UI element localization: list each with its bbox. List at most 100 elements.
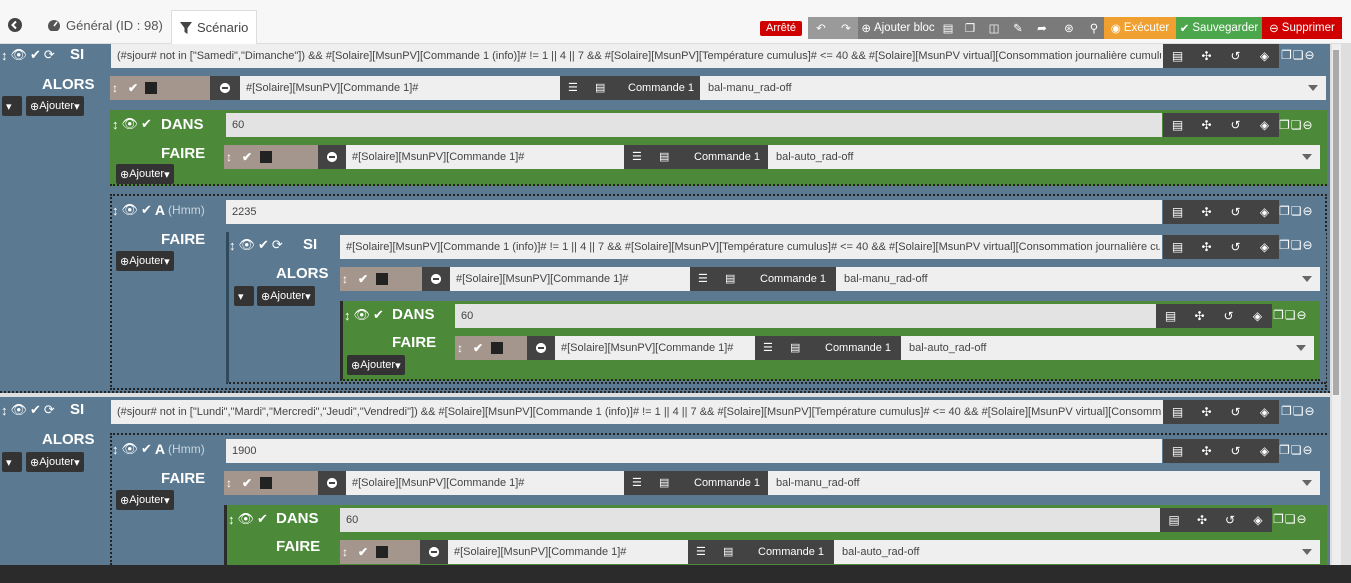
edit-button[interactable]: ✎ xyxy=(1006,17,1030,39)
move-icon[interactable]: ↕ xyxy=(112,203,119,218)
puzzle-icon[interactable]: ✣ xyxy=(1192,49,1221,63)
copy-icon[interactable]: ❐ xyxy=(1273,512,1284,526)
copy-icon[interactable]: ❐ xyxy=(1279,204,1290,218)
move-icon[interactable]: ↕ xyxy=(226,477,238,489)
puzzle-icon[interactable]: ✣ xyxy=(1192,444,1221,458)
check-icon[interactable]: ✔ xyxy=(141,202,152,218)
export-button[interactable]: ➦ xyxy=(1030,17,1054,39)
puzzle-icon[interactable]: ✣ xyxy=(1188,513,1216,527)
command-selector[interactable]: ☰ ▤ Commande 1 xyxy=(624,471,768,495)
move-icon[interactable]: ↕ xyxy=(457,342,469,354)
check-icon[interactable]: ✔ xyxy=(258,237,269,253)
undo-button[interactable]: ↶ xyxy=(808,17,834,39)
remove-icon[interactable]: ⊖ xyxy=(1303,238,1313,252)
enable-checkbox[interactable]: ✔ xyxy=(128,82,140,94)
list-icon[interactable]: ▤ xyxy=(1163,205,1192,219)
move-icon[interactable]: ↕ xyxy=(1,403,8,418)
command-selector[interactable]: ☰ ▤ Commande 1 xyxy=(755,336,901,360)
check-icon[interactable]: ✔ xyxy=(141,441,152,457)
history-icon[interactable]: ↺ xyxy=(1216,513,1244,527)
dans-delay-input[interactable]: 60 xyxy=(455,304,1156,328)
command-value-select[interactable]: bal-manu_rad-off xyxy=(700,76,1326,100)
save-button[interactable]: ✔ Sauvegarder xyxy=(1176,17,1262,39)
sync-icon[interactable]: ⟳ xyxy=(44,47,55,63)
copy-icon[interactable]: ❐ xyxy=(1279,238,1290,252)
add-action-button[interactable]: ⊕ Ajouter ▾ xyxy=(26,96,84,116)
list-icon[interactable]: ▤ xyxy=(1163,118,1192,132)
remove-action-button[interactable] xyxy=(210,76,240,100)
remove-action-button[interactable] xyxy=(318,471,346,495)
command-field[interactable]: #[Solaire][MsunPV][Commande 1]# xyxy=(555,336,755,360)
remove-icon[interactable]: ⊖ xyxy=(1303,118,1313,132)
history-icon[interactable]: ↺ xyxy=(1221,240,1250,254)
copy-icon[interactable]: ❐ xyxy=(1281,48,1292,62)
eye-icon[interactable]: 👁 xyxy=(122,116,139,132)
cube-icon[interactable]: ◈ xyxy=(1250,49,1279,63)
move-icon[interactable]: ↕ xyxy=(1,48,8,63)
eye-icon[interactable]: 👁 xyxy=(122,441,139,457)
add-action-button[interactable]: ⊕ Ajouter ▾ xyxy=(116,251,174,271)
si-condition-input[interactable]: #[Solaire][MsunPV][Commande 1 (info)]# !… xyxy=(340,235,1162,259)
eye-icon[interactable]: 👁 xyxy=(11,47,28,63)
dans-delay-input[interactable]: 60 xyxy=(340,508,1160,532)
collapse-button[interactable]: ▾ xyxy=(2,452,22,472)
parallel-checkbox[interactable] xyxy=(376,273,388,285)
cube-icon[interactable]: ◈ xyxy=(1250,444,1279,458)
remove-icon[interactable]: ⊖ xyxy=(1305,48,1315,62)
puzzle-icon[interactable]: ✣ xyxy=(1192,205,1221,219)
check-icon[interactable]: ✔ xyxy=(257,511,268,527)
command-field[interactable]: #[Solaire][MsunPV][Commande 1]# xyxy=(346,145,624,169)
cube-icon[interactable]: ◈ xyxy=(1250,118,1279,132)
command-value-select[interactable]: bal-auto_rad-off xyxy=(768,145,1320,169)
check-icon[interactable]: ✔ xyxy=(141,116,152,132)
enable-checkbox[interactable]: ✔ xyxy=(242,477,254,489)
dependencies-button[interactable]: ⊛ xyxy=(1054,17,1084,39)
a-time-input[interactable]: 1900 xyxy=(226,439,1162,463)
command-selector[interactable]: ☰ ▤ Commande 1 xyxy=(624,145,768,169)
move-icon[interactable]: ↕ xyxy=(228,512,235,527)
eye-icon[interactable]: 👁 xyxy=(11,402,28,418)
eye-icon[interactable]: 👁 xyxy=(354,307,371,323)
check-icon[interactable]: ✔ xyxy=(30,47,41,63)
eye-icon[interactable]: 👁 xyxy=(238,511,255,527)
history-icon[interactable]: ↺ xyxy=(1221,444,1250,458)
parallel-checkbox[interactable] xyxy=(376,546,388,558)
move-icon[interactable]: ↕ xyxy=(112,442,119,457)
history-icon[interactable]: ↺ xyxy=(1221,118,1250,132)
puzzle-icon[interactable]: ✣ xyxy=(1192,240,1221,254)
paste-icon[interactable]: ❏ xyxy=(1285,308,1296,322)
enable-checkbox[interactable]: ✔ xyxy=(358,273,370,285)
move-icon[interactable]: ↕ xyxy=(226,151,238,163)
tab-general[interactable]: Général (ID : 98) xyxy=(47,9,163,41)
duplicate-button[interactable]: ❐ xyxy=(958,17,982,39)
add-block-button[interactable]: ⊕ Ajouter bloc xyxy=(858,17,938,39)
cube-icon[interactable]: ◈ xyxy=(1250,405,1279,419)
command-field[interactable]: #[Solaire][MsunPV][Commande 1]# xyxy=(346,471,624,495)
list-icon[interactable]: ▤ xyxy=(1156,309,1185,323)
command-field[interactable]: #[Solaire][MsunPV][Commande 1]# xyxy=(448,540,688,564)
puzzle-icon[interactable]: ✣ xyxy=(1192,405,1221,419)
copy-icon[interactable]: ❐ xyxy=(1281,404,1292,418)
remove-icon[interactable]: ⊖ xyxy=(1305,404,1315,418)
remove-icon[interactable]: ⊖ xyxy=(1303,204,1313,218)
list-icon[interactable]: ▤ xyxy=(1163,49,1192,63)
remove-action-button[interactable] xyxy=(318,145,346,169)
history-icon[interactable]: ↺ xyxy=(1221,49,1250,63)
move-icon[interactable]: ↕ xyxy=(229,238,236,253)
history-icon[interactable]: ↺ xyxy=(1214,309,1243,323)
command-value-select[interactable]: bal-manu_rad-off xyxy=(836,267,1320,291)
remove-action-button[interactable] xyxy=(527,336,555,360)
add-action-button[interactable]: ⊕ Ajouter ▾ xyxy=(116,490,174,510)
parallel-checkbox[interactable] xyxy=(491,342,503,354)
paste-icon[interactable]: ❏ xyxy=(1291,443,1302,457)
cube-icon[interactable]: ◈ xyxy=(1250,205,1279,219)
cube-icon[interactable]: ◈ xyxy=(1244,513,1272,527)
remove-icon[interactable]: ⊖ xyxy=(1297,308,1307,322)
paste-icon[interactable]: ❏ xyxy=(1293,404,1304,418)
a-time-input[interactable]: 2235 xyxy=(226,200,1162,224)
sync-icon[interactable]: ⟳ xyxy=(44,402,55,418)
paste-icon[interactable]: ❏ xyxy=(1293,48,1304,62)
list-icon[interactable]: ▤ xyxy=(1163,405,1192,419)
command-selector[interactable]: ☰ ▤ Commande 1 xyxy=(688,540,834,564)
command-value-select[interactable]: bal-auto_rad-off xyxy=(834,540,1320,564)
